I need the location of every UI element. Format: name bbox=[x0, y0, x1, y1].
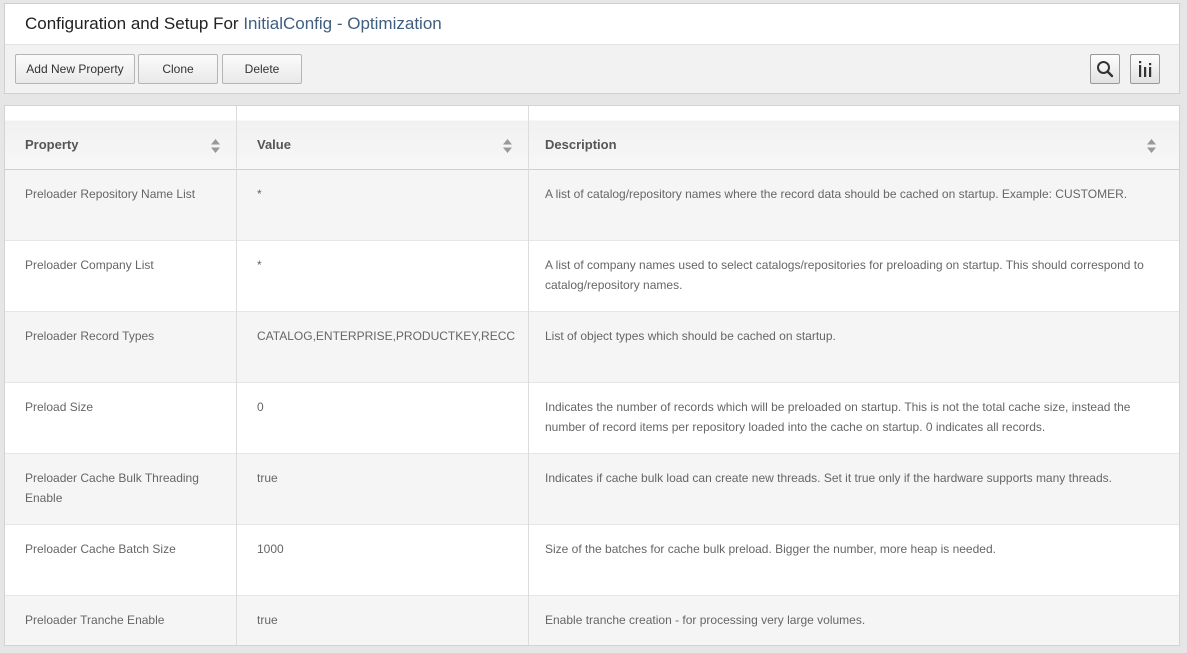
title-separator: - bbox=[332, 14, 348, 33]
cell-value[interactable]: 0 bbox=[257, 383, 517, 417]
clone-button[interactable]: Clone bbox=[138, 54, 218, 84]
section-name: Optimization bbox=[347, 14, 442, 33]
cell-property: Preload Size bbox=[25, 400, 94, 414]
properties-table: Property Value Description Preloader Rep… bbox=[4, 105, 1180, 646]
cell-property: Preloader Repository Name List bbox=[25, 187, 196, 201]
cell-value[interactable]: CATALOG,ENTERPRISE,PRODUCTKEY,RECC bbox=[257, 312, 517, 346]
column-label-description: Description bbox=[545, 137, 617, 152]
header-panel: Configuration and Setup For InitialConfi… bbox=[4, 3, 1180, 94]
table-header: Property Value Description bbox=[5, 106, 1179, 170]
search-icon bbox=[1097, 61, 1114, 78]
table-row[interactable]: Preloader Record Types CATALOG,ENTERPRIS… bbox=[5, 312, 1179, 383]
cell-description: Enable tranche creation - for processing… bbox=[545, 613, 866, 627]
cell-description: Indicates the number of records which wi… bbox=[545, 400, 1131, 434]
cell-value[interactable]: true bbox=[257, 596, 517, 630]
cell-property: Preloader Cache Bulk Threading Enable bbox=[25, 471, 199, 505]
column-header-value[interactable]: Value bbox=[237, 106, 528, 170]
table-row[interactable]: Preloader Cache Bulk Threading Enable tr… bbox=[5, 454, 1179, 525]
cell-description: Size of the batches for cache bulk prelo… bbox=[545, 542, 996, 556]
config-name-link[interactable]: InitialConfig bbox=[243, 14, 332, 33]
sort-icon[interactable] bbox=[211, 139, 220, 153]
cell-description: A list of company names used to select c… bbox=[545, 258, 1144, 292]
search-button[interactable] bbox=[1090, 54, 1120, 84]
column-label-value: Value bbox=[257, 137, 291, 152]
columns-icon bbox=[1139, 61, 1152, 77]
cell-description: List of object types which should be cac… bbox=[545, 329, 836, 343]
add-new-property-button[interactable]: Add New Property bbox=[15, 54, 135, 84]
app-frame: Configuration and Setup For InitialConfi… bbox=[0, 0, 1187, 653]
title-prefix: Configuration and Setup For bbox=[25, 14, 244, 33]
cell-value[interactable]: 1000 bbox=[257, 525, 517, 559]
table-row[interactable]: Preloader Company List * A list of compa… bbox=[5, 241, 1179, 312]
column-divider[interactable] bbox=[528, 106, 529, 645]
cell-description: Indicates if cache bulk load can create … bbox=[545, 471, 1112, 485]
cell-value[interactable]: * bbox=[257, 241, 517, 275]
cell-property: Preloader Cache Batch Size bbox=[25, 542, 176, 556]
table-row[interactable]: Preloader Repository Name List * A list … bbox=[5, 170, 1179, 241]
table-row[interactable]: Preload Size 0 Indicates the number of r… bbox=[5, 383, 1179, 454]
column-label-property: Property bbox=[25, 137, 79, 152]
column-header-property[interactable]: Property bbox=[5, 106, 236, 170]
table-row[interactable]: Preloader Tranche Enable true Enable tra… bbox=[5, 596, 1179, 645]
cell-property: Preloader Record Types bbox=[25, 329, 155, 343]
column-header-description[interactable]: Description bbox=[529, 106, 1179, 170]
sort-icon[interactable] bbox=[1147, 139, 1156, 153]
page-title: Configuration and Setup For InitialConfi… bbox=[25, 14, 442, 34]
column-divider[interactable] bbox=[236, 106, 237, 645]
cell-value[interactable]: * bbox=[257, 170, 517, 204]
table-row[interactable]: Preloader Cache Batch Size 1000 Size of … bbox=[5, 525, 1179, 596]
cell-property: Preloader Company List bbox=[25, 258, 154, 272]
title-bar: Configuration and Setup For InitialConfi… bbox=[5, 4, 1179, 45]
sort-icon[interactable] bbox=[503, 139, 512, 153]
cell-property: Preloader Tranche Enable bbox=[25, 613, 165, 627]
columns-button[interactable] bbox=[1130, 54, 1160, 84]
cell-description: A list of catalog/repository names where… bbox=[545, 187, 1128, 201]
cell-value[interactable]: true bbox=[257, 454, 517, 488]
delete-button[interactable]: Delete bbox=[222, 54, 302, 84]
